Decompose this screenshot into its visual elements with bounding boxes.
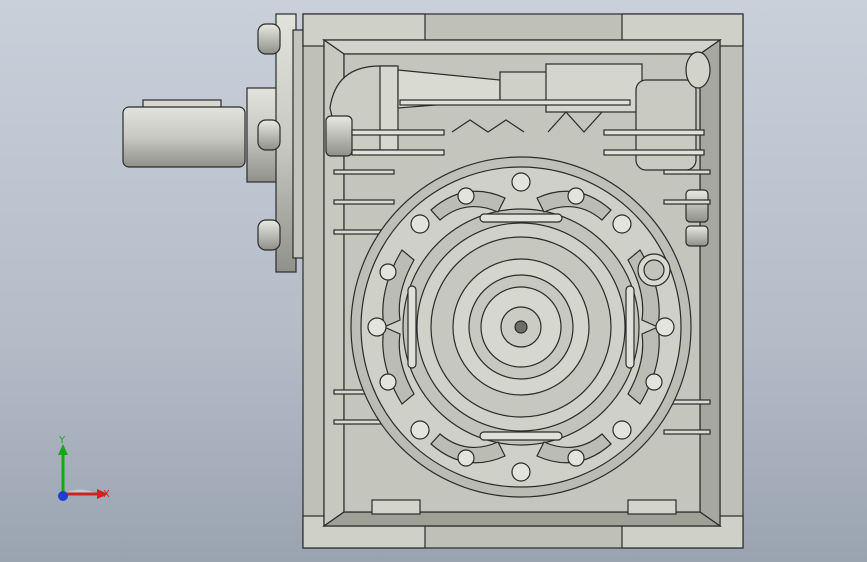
x-axis-label: X bbox=[103, 489, 110, 500]
z-axis-dot-icon bbox=[58, 491, 68, 501]
input-shaft[interactable] bbox=[122, 87, 282, 183]
worm-wheel[interactable] bbox=[350, 156, 692, 498]
axis-triad: Y X bbox=[58, 436, 110, 501]
cad-viewport[interactable] bbox=[0, 0, 867, 562]
input-flange[interactable] bbox=[257, 13, 306, 273]
y-axis-label: Y bbox=[58, 436, 66, 446]
gearbox-model[interactable] bbox=[122, 13, 744, 549]
